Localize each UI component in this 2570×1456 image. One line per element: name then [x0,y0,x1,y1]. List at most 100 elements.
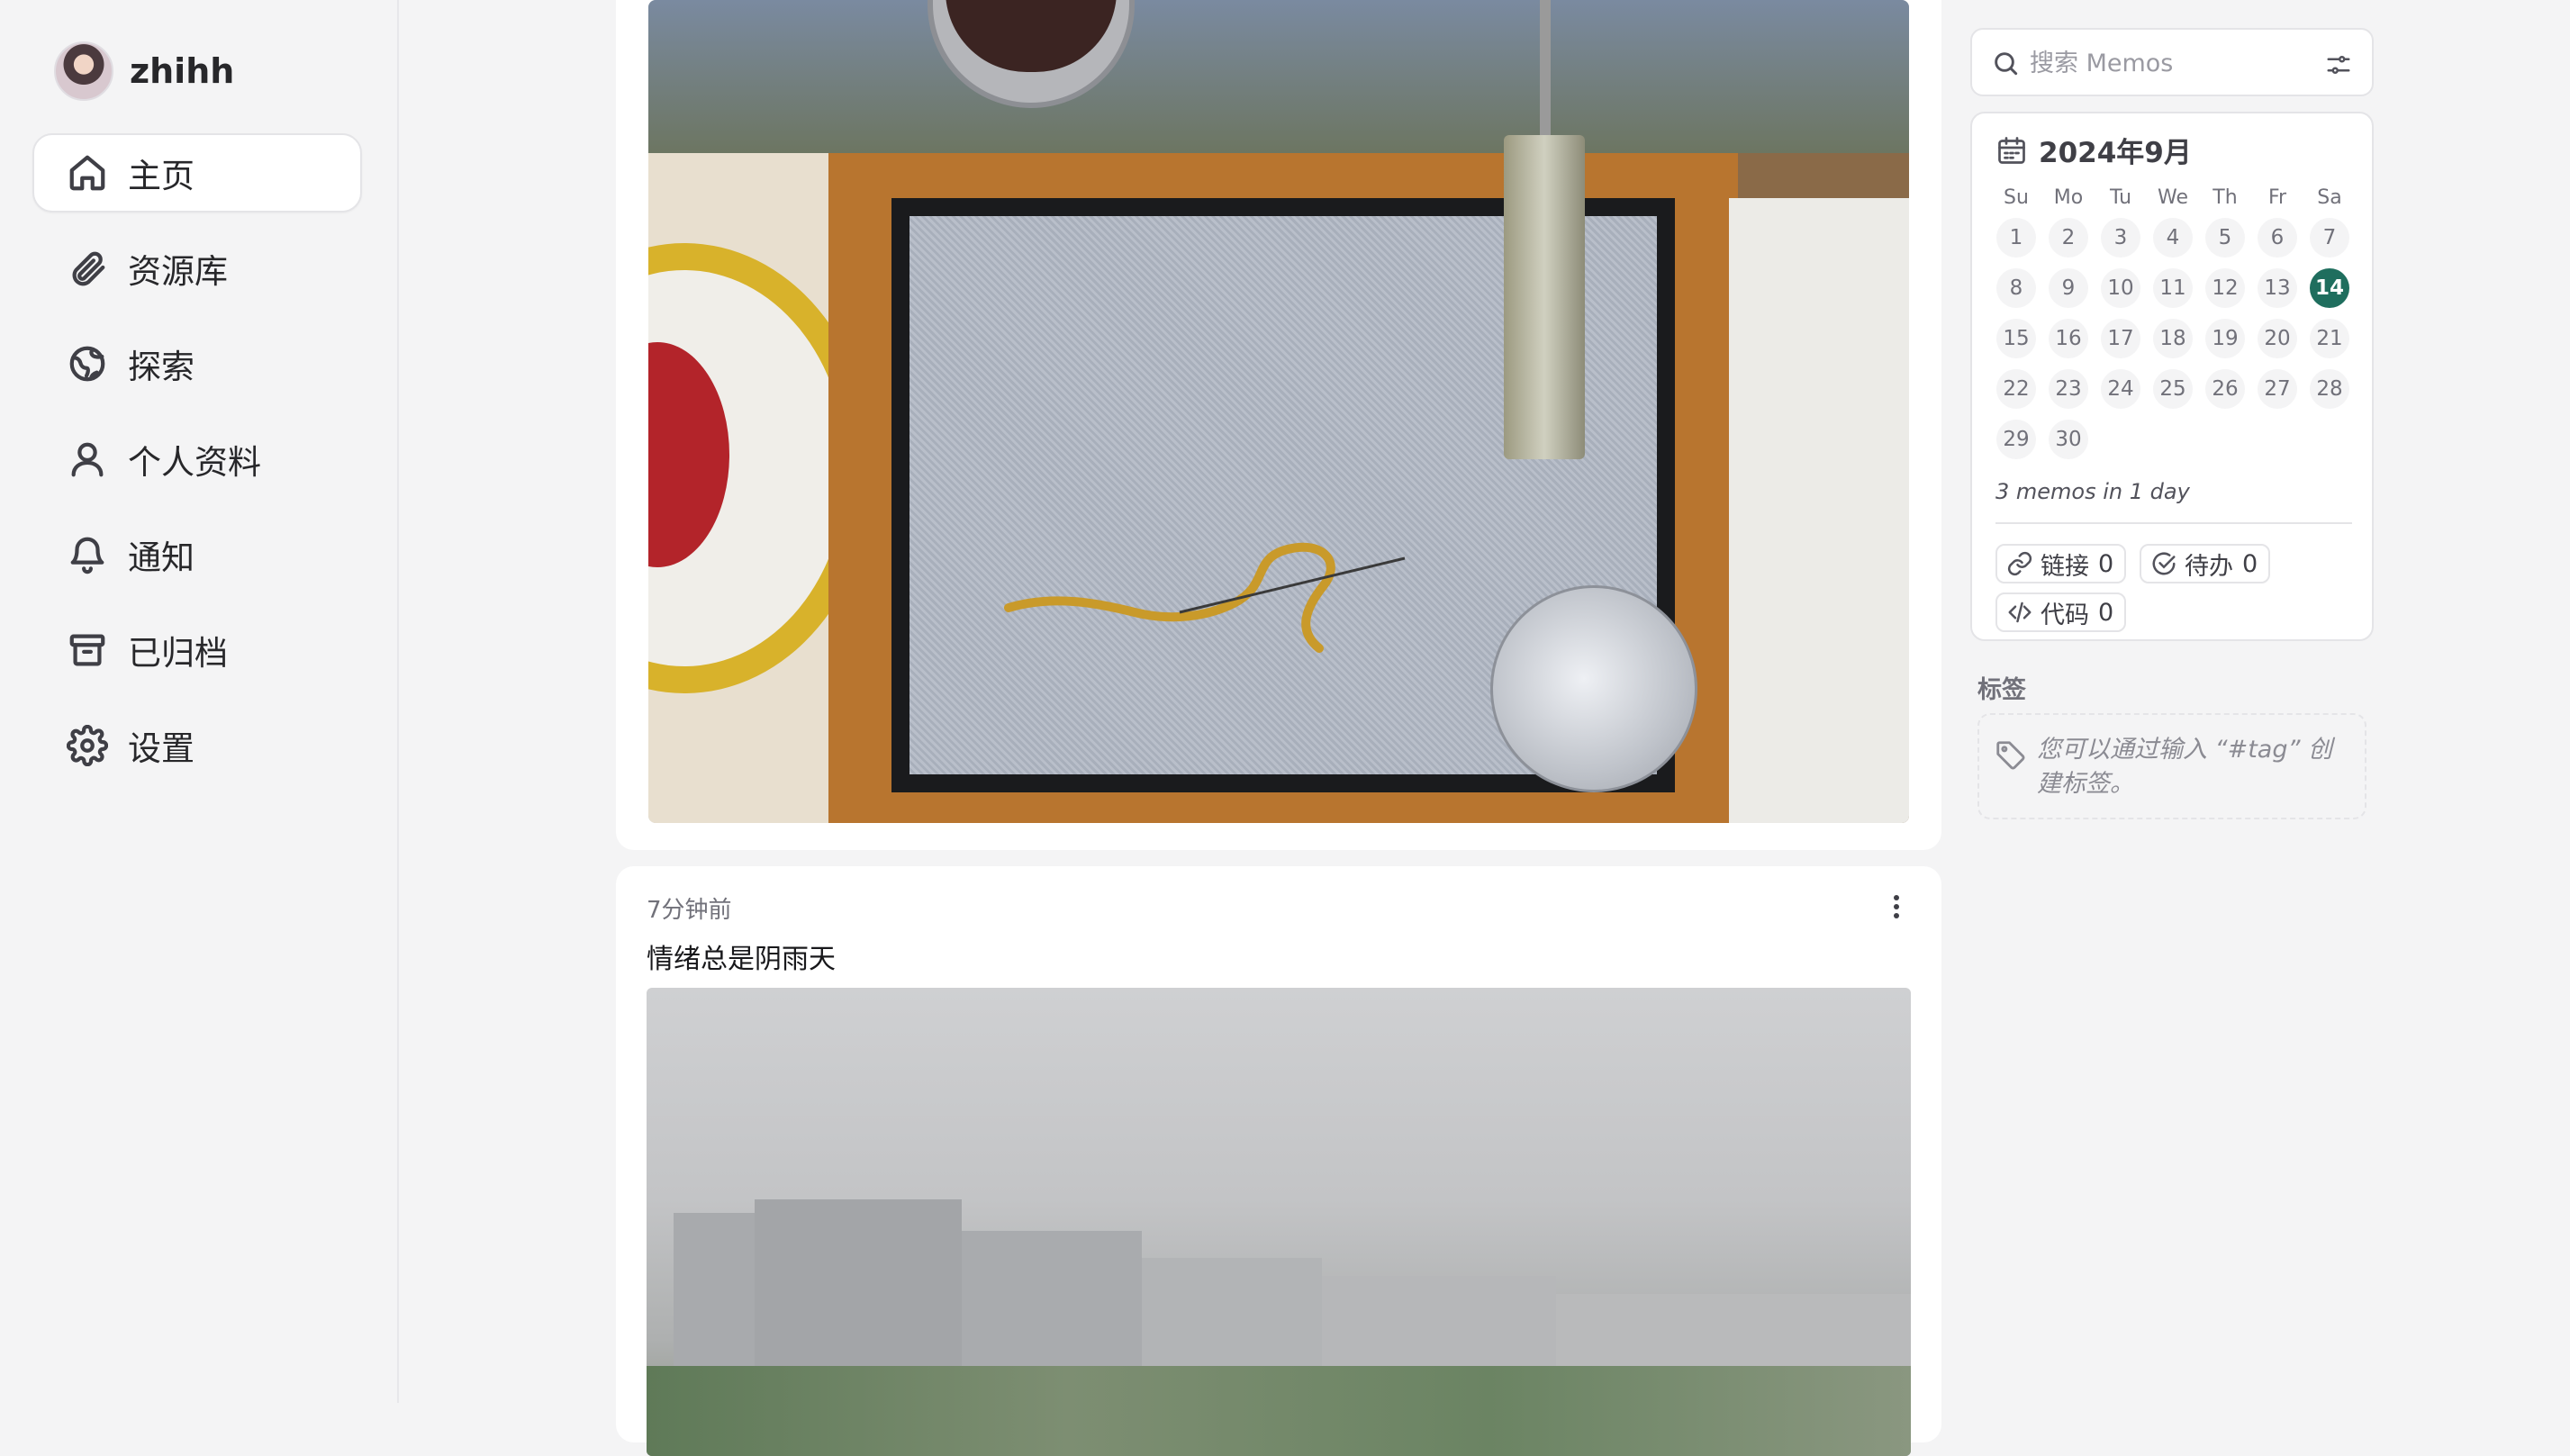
nav-item-notifications[interactable]: 通知 [32,515,362,594]
user-menu[interactable]: zhihh [54,41,234,101]
links-stat-chip[interactable]: 链接 0 [1995,544,2127,583]
code-icon [2008,601,2032,623]
main-nav: 主页 资源库 探索 个人资料 通知 已归档 设置 [32,133,362,801]
calendar-day[interactable]: 18 [2153,319,2193,358]
search-input[interactable] [2030,44,2300,82]
calendar-day[interactable]: 12 [2205,268,2245,308]
user-icon [71,442,104,477]
search-icon [1995,52,2018,76]
calendar-month[interactable]: 2024年9月 [2039,130,2192,170]
paperclip-icon [72,251,105,286]
stats-panel: 2024年9月 Su Mo Tu We Th Fr Sa 1 2 3 4 5 6… [1970,112,2374,641]
calendar-day[interactable]: 19 [2205,319,2245,358]
nav-item-home[interactable]: 主页 [32,133,362,213]
calendar-day[interactable]: 7 [2310,218,2349,258]
todos-stat-chip[interactable]: 待办 0 [2140,544,2271,583]
nav-item-resources[interactable]: 资源库 [32,229,362,308]
tags-hint: 您可以通过输入 “#tag” 创建标签。 [2037,736,2333,798]
nav-label: 探索 [128,348,195,386]
calendar-day[interactable]: 4 [2153,218,2193,258]
calendar-header: 2024年9月 [1995,130,2192,170]
calendar-day[interactable]: 2 [2049,218,2088,258]
home-icon [69,155,105,191]
memo-card [616,0,1941,850]
memo-card: 7分钟前 情绪总是阴雨天 [616,866,1941,1456]
calendar-day[interactable]: 13 [2258,268,2297,308]
calendar-day[interactable]: 29 [1996,420,2036,459]
nav-label: 通知 [128,538,195,577]
check-circle-icon [2152,552,2176,575]
nav-label: 已归档 [128,634,228,673]
calendar-day-today[interactable]: 14 [2310,268,2349,308]
calendar-day[interactable]: 16 [2049,319,2088,358]
memo-feed: 7分钟前 情绪总是阴雨天 [616,0,1941,1456]
calendar-day[interactable]: 17 [2101,319,2140,358]
calendar-day[interactable]: 25 [2153,369,2193,409]
tag-icon [1996,741,2025,770]
calendar-week: 15 16 17 18 19 20 21 [1990,313,2357,364]
calendar-day[interactable]: 10 [2101,268,2140,308]
calendar-week: 8 9 10 11 12 13 14 [1990,263,2357,313]
tags-heading: 标签 [1977,676,2026,704]
memo-content: 情绪总是阴雨天 [647,944,836,975]
nav-item-explore[interactable]: 探索 [32,324,362,403]
calendar-week: 22 23 24 25 26 27 28 [1990,364,2357,414]
calendar-day[interactable]: 6 [2258,218,2297,258]
calendar-day[interactable]: 23 [2049,369,2088,409]
archive-icon [69,634,105,666]
calendar-day[interactable]: 3 [2101,218,2140,258]
memo-timestamp: 7分钟前 [647,897,732,924]
calendar-day[interactable]: 5 [2205,218,2245,258]
calendar-day[interactable]: 15 [1996,319,2036,358]
memo-image[interactable] [648,0,1909,823]
weekday-label: Fr [2267,185,2287,209]
nav-item-archived[interactable]: 已归档 [32,610,362,690]
nav-label: 资源库 [128,252,228,291]
weekday-label: We [2158,185,2188,209]
bell-icon [70,537,104,574]
weekday-label: Su [2004,185,2029,209]
weekday-label: Sa [2317,185,2342,209]
calendar-day[interactable]: 8 [1996,268,2036,308]
globe-icon [69,346,105,382]
gear-icon [67,725,108,766]
avatar [54,41,113,101]
calendar-day[interactable]: 1 [1996,218,2036,258]
links-stat-count: 0 [2098,549,2114,578]
right-sidebar: 2024年9月 Su Mo Tu We Th Fr Sa 1 2 3 4 5 6… [1970,0,2374,1403]
calendar-day[interactable]: 11 [2153,268,2193,308]
weekday-label: Th [2213,185,2238,209]
filter-settings-icon[interactable] [2325,51,2352,78]
calendar-day[interactable]: 22 [1996,369,2036,409]
nav-label: 个人资料 [128,443,261,482]
calendar-day[interactable]: 28 [2310,369,2349,409]
link-icon [2007,551,2032,576]
weekday-row: Su Mo Tu We Th Fr Sa [1990,182,2357,213]
tags-empty-state: 您可以通过输入 “#tag” 创建标签。 [1977,713,2366,819]
calendar-day[interactable]: 21 [2310,319,2349,358]
nav-label: 主页 [128,157,195,195]
calendar-week: 1 2 3 4 5 6 7 [1990,213,2357,263]
sidebar: zhihh 主页 资源库 探索 个人资料 通知 已归档 设置 [0,0,399,1403]
nav-item-settings[interactable]: 设置 [32,706,362,785]
todos-stat-count: 0 [2242,549,2258,578]
calendar-day[interactable]: 20 [2258,319,2297,358]
calendar-day[interactable]: 27 [2258,369,2297,409]
calendar-grid: Su Mo Tu We Th Fr Sa 1 2 3 4 5 6 7 8 9 1… [1990,182,2357,465]
memo-image[interactable] [647,988,1911,1456]
weekday-label: Tu [2109,185,2132,209]
memo-summary: 3 memos in 1 day [1995,479,2190,504]
more-options-icon[interactable] [1887,891,1905,927]
calendar-day[interactable]: 30 [2049,420,2088,459]
nav-item-profile[interactable]: 个人资料 [32,420,362,499]
todos-stat-label: 待办 [2185,552,2233,581]
calendar-day[interactable]: 26 [2205,369,2245,409]
divider [1995,522,2352,524]
calendar-day[interactable]: 9 [2049,268,2088,308]
weekday-label: Mo [2053,185,2084,209]
calendar-week: 29 30 [1990,414,2357,465]
code-stat-label: 代码 [2041,601,2089,629]
calendar-icon [1998,136,2025,164]
calendar-day[interactable]: 24 [2101,369,2140,409]
code-stat-chip[interactable]: 代码 0 [1995,592,2127,632]
